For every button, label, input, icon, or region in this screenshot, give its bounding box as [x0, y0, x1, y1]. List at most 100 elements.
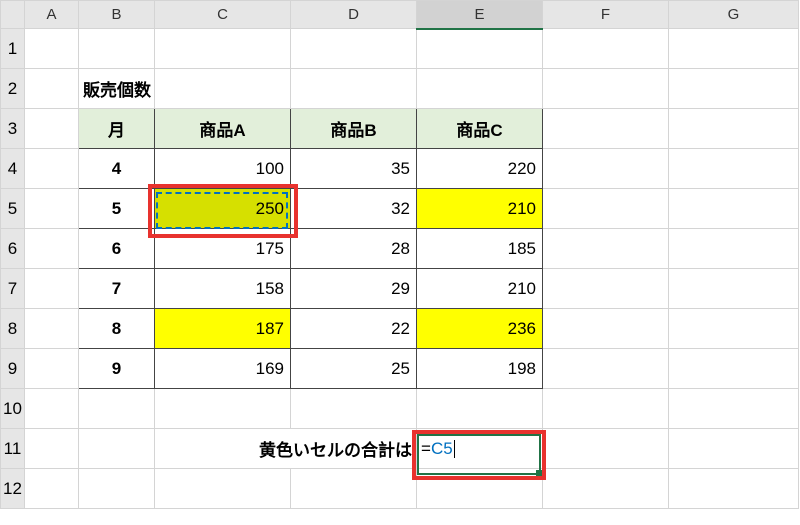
cell-D9[interactable]: 25 — [291, 349, 417, 389]
col-header-A[interactable]: A — [25, 1, 79, 29]
row-header-4[interactable]: 4 — [1, 149, 25, 189]
cell-A4[interactable] — [25, 149, 79, 189]
hdr-month[interactable]: 月 — [79, 109, 155, 149]
cell-D7[interactable]: 29 — [291, 269, 417, 309]
cell-F11[interactable] — [543, 429, 669, 469]
cell-A7[interactable] — [25, 269, 79, 309]
cell-F9[interactable] — [543, 349, 669, 389]
cell-G1[interactable] — [669, 29, 799, 69]
col-header-D[interactable]: D — [291, 1, 417, 29]
cell-G4[interactable] — [669, 149, 799, 189]
cell-B1[interactable] — [79, 29, 155, 69]
row-header-3[interactable]: 3 — [1, 109, 25, 149]
cell-E1[interactable] — [417, 29, 543, 69]
cell-C6[interactable]: 175 — [155, 229, 291, 269]
cell-B8[interactable]: 8 — [79, 309, 155, 349]
cell-F2[interactable] — [543, 69, 669, 109]
cell-F8[interactable] — [543, 309, 669, 349]
cell-G5[interactable] — [669, 189, 799, 229]
cell-B6[interactable]: 6 — [79, 229, 155, 269]
cell-C9[interactable]: 169 — [155, 349, 291, 389]
cell-A11[interactable] — [25, 429, 79, 469]
row-header-1[interactable]: 1 — [1, 29, 25, 69]
cell-D12[interactable] — [291, 469, 417, 509]
cell-D6[interactable]: 28 — [291, 229, 417, 269]
cell-B11[interactable] — [79, 429, 155, 469]
cell-F1[interactable] — [543, 29, 669, 69]
cell-C5[interactable]: 250 — [155, 189, 291, 229]
cell-E5[interactable]: 210 — [417, 189, 543, 229]
col-header-C[interactable]: C — [155, 1, 291, 29]
cell-D10[interactable] — [291, 389, 417, 429]
cell-E9[interactable]: 198 — [417, 349, 543, 389]
row-header-10[interactable]: 10 — [1, 389, 25, 429]
cell-A9[interactable] — [25, 349, 79, 389]
spreadsheet-grid[interactable]: A B C D E F G 1 2 販売個数 3 月 商品A 商品B 商品C 4… — [0, 0, 799, 509]
cell-C12[interactable] — [155, 469, 291, 509]
cell-B12[interactable] — [79, 469, 155, 509]
cell-C1[interactable] — [155, 29, 291, 69]
cell-F6[interactable] — [543, 229, 669, 269]
row-header-6[interactable]: 6 — [1, 229, 25, 269]
cell-C4[interactable]: 100 — [155, 149, 291, 189]
cell-F3[interactable] — [543, 109, 669, 149]
cell-G10[interactable] — [669, 389, 799, 429]
cell-G12[interactable] — [669, 469, 799, 509]
cell-F12[interactable] — [543, 469, 669, 509]
cell-E7[interactable]: 210 — [417, 269, 543, 309]
cell-E6[interactable]: 185 — [417, 229, 543, 269]
cell-C7[interactable]: 158 — [155, 269, 291, 309]
cell-G9[interactable] — [669, 349, 799, 389]
cell-A12[interactable] — [25, 469, 79, 509]
col-header-G[interactable]: G — [669, 1, 799, 29]
col-header-B[interactable]: B — [79, 1, 155, 29]
cell-E4[interactable]: 220 — [417, 149, 543, 189]
hdr-b[interactable]: 商品B — [291, 109, 417, 149]
cell-G8[interactable] — [669, 309, 799, 349]
cell-B4[interactable]: 4 — [79, 149, 155, 189]
cell-A6[interactable] — [25, 229, 79, 269]
cell-B7[interactable]: 7 — [79, 269, 155, 309]
cell-D5[interactable]: 32 — [291, 189, 417, 229]
row-header-7[interactable]: 7 — [1, 269, 25, 309]
cell-E10[interactable] — [417, 389, 543, 429]
cell-G7[interactable] — [669, 269, 799, 309]
yellow-sum-label[interactable]: 黄色いセルの合計は — [155, 429, 417, 469]
cell-A10[interactable] — [25, 389, 79, 429]
cell-G11[interactable] — [669, 429, 799, 469]
cell-F4[interactable] — [543, 149, 669, 189]
row-header-8[interactable]: 8 — [1, 309, 25, 349]
row-header-12[interactable]: 12 — [1, 469, 25, 509]
cell-A8[interactable] — [25, 309, 79, 349]
row-header-2[interactable]: 2 — [1, 69, 25, 109]
hdr-c[interactable]: 商品C — [417, 109, 543, 149]
cell-E12[interactable] — [417, 469, 543, 509]
cell-D2[interactable] — [291, 69, 417, 109]
cell-F10[interactable] — [543, 389, 669, 429]
cell-G6[interactable] — [669, 229, 799, 269]
row-header-11[interactable]: 11 — [1, 429, 25, 469]
cell-C8[interactable]: 187 — [155, 309, 291, 349]
cell-A5[interactable] — [25, 189, 79, 229]
select-all-corner[interactable] — [1, 1, 25, 29]
cell-F7[interactable] — [543, 269, 669, 309]
cell-G3[interactable] — [669, 109, 799, 149]
cell-G2[interactable] — [669, 69, 799, 109]
cell-E2[interactable] — [417, 69, 543, 109]
cell-E11-formula[interactable]: =C5 — [417, 429, 543, 469]
hdr-a[interactable]: 商品A — [155, 109, 291, 149]
cell-C2[interactable] — [155, 69, 291, 109]
cell-D8[interactable]: 22 — [291, 309, 417, 349]
table-title[interactable]: 販売個数 — [79, 69, 155, 109]
cell-B9[interactable]: 9 — [79, 349, 155, 389]
cell-A2[interactable] — [25, 69, 79, 109]
cell-D4[interactable]: 35 — [291, 149, 417, 189]
cell-B5[interactable]: 5 — [79, 189, 155, 229]
cell-B10[interactable] — [79, 389, 155, 429]
cell-A3[interactable] — [25, 109, 79, 149]
cell-E8[interactable]: 236 — [417, 309, 543, 349]
col-header-F[interactable]: F — [543, 1, 669, 29]
cell-A1[interactable] — [25, 29, 79, 69]
col-header-E[interactable]: E — [417, 1, 543, 29]
cell-D1[interactable] — [291, 29, 417, 69]
